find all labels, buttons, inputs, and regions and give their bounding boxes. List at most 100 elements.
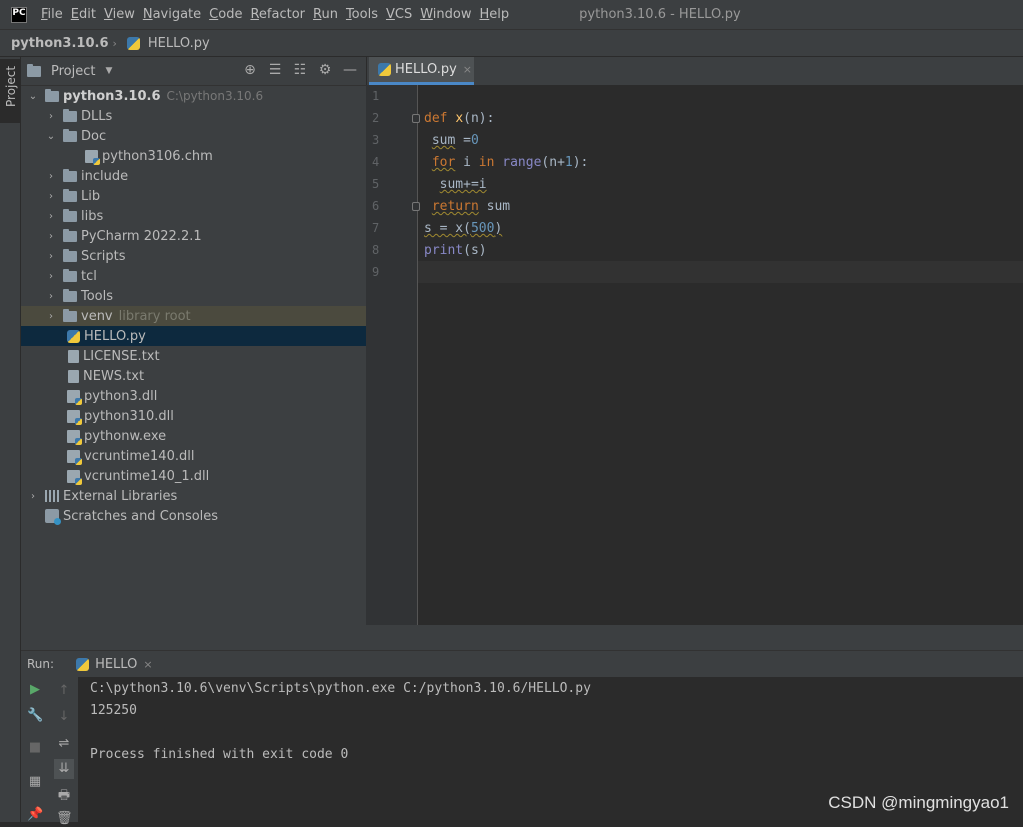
tree-item-python3-dll[interactable]: python3.dll xyxy=(21,386,366,406)
expand-arrow-icon[interactable]: › xyxy=(45,191,57,202)
tree-item-vcruntime140[interactable]: vcruntime140.dll xyxy=(21,446,366,466)
editor-tab-bar: HELLO.py × xyxy=(366,57,1023,85)
project-tool-tab[interactable]: Project xyxy=(0,59,20,123)
expand-arrow-icon[interactable]: › xyxy=(45,251,57,262)
tree-item-label: Tools xyxy=(81,288,114,304)
rerun-icon[interactable]: ▶ xyxy=(27,682,43,698)
tree-item-dlls[interactable]: › DLLs xyxy=(21,106,366,126)
expand-arrow-icon[interactable]: › xyxy=(45,111,57,122)
tree-item-license[interactable]: LICENSE.txt xyxy=(21,346,366,366)
menu-refactor-label: efactor xyxy=(258,7,305,22)
fold-marker-icon[interactable] xyxy=(412,202,420,211)
project-view-selector[interactable]: Project xyxy=(51,64,95,79)
gear-icon[interactable]: ⚙ xyxy=(317,62,333,78)
tab-hello-py[interactable]: HELLO.py × xyxy=(369,57,474,85)
tree-item-label: libs xyxy=(81,208,104,224)
code-editor[interactable]: 1 2 3 4 5 6 7 8 9 def x(n): sum =0 for i… xyxy=(366,85,1023,625)
tree-item-pycharm[interactable]: › PyCharm 2022.2.1 xyxy=(21,226,366,246)
expand-arrow-icon[interactable]: › xyxy=(45,291,57,302)
dll-file-icon xyxy=(67,409,82,425)
menu-window[interactable]: Window xyxy=(420,7,471,22)
soft-wrap-icon[interactable]: ⇌ xyxy=(56,736,72,752)
tree-item-venv[interactable]: › venv library root xyxy=(21,306,366,326)
arrow-down-icon[interactable]: ↓ xyxy=(56,709,72,725)
tree-item-tools[interactable]: › Tools xyxy=(21,286,366,306)
menu-vcs[interactable]: VCS xyxy=(386,7,412,22)
tree-item-label: NEWS.txt xyxy=(83,368,145,384)
expand-all-icon[interactable]: ☰ xyxy=(267,62,283,78)
expand-arrow-icon[interactable]: › xyxy=(45,271,57,282)
code-line-7: s = x(500) xyxy=(424,221,503,236)
tree-item-doc[interactable]: ⌄ Doc xyxy=(21,126,366,146)
expand-arrow-icon[interactable]: › xyxy=(27,491,39,502)
menu-code[interactable]: Code xyxy=(209,7,242,22)
tree-item-python3106-chm[interactable]: python3106.chm xyxy=(21,146,366,166)
pin-icon[interactable]: 📌 xyxy=(27,807,43,823)
menu-file[interactable]: File xyxy=(41,7,63,22)
tree-item-python3106[interactable]: ⌄ python3.10.6 C:\python3.10.6 xyxy=(21,86,366,106)
expand-arrow-icon[interactable]: ⌄ xyxy=(45,131,57,142)
expand-arrow-icon[interactable]: ⌄ xyxy=(27,91,39,102)
menu-view[interactable]: View xyxy=(104,7,135,22)
close-icon[interactable]: × xyxy=(463,63,472,76)
tree-item-include[interactable]: › include xyxy=(21,166,366,186)
tree-item-external-libraries[interactable]: › External Libraries xyxy=(21,486,366,506)
expand-arrow-icon[interactable]: › xyxy=(45,171,57,182)
menu-tools[interactable]: Tools xyxy=(346,7,378,22)
trash-icon[interactable]: 🗑 xyxy=(56,811,73,827)
arrow-up-icon[interactable]: ↑ xyxy=(56,683,72,699)
tree-item-hello-py[interactable]: HELLO.py xyxy=(21,326,366,346)
line-gutter: 1 2 3 4 5 6 7 8 9 xyxy=(366,85,420,625)
folder-icon xyxy=(63,208,77,222)
close-icon[interactable]: × xyxy=(143,658,152,671)
wrench-icon[interactable]: 🔧 xyxy=(27,708,43,724)
line-number: 8 xyxy=(372,243,380,257)
tree-item-label: LICENSE.txt xyxy=(83,348,160,364)
tree-item-lib[interactable]: › Lib xyxy=(21,186,366,206)
hide-icon[interactable]: — xyxy=(342,62,358,78)
locate-icon[interactable]: ⊕ xyxy=(242,62,258,78)
run-tab-label: HELLO xyxy=(95,656,138,672)
expand-arrow-icon[interactable]: › xyxy=(45,211,57,222)
code-line-2: def x(n): xyxy=(424,111,495,126)
tree-item-scratches[interactable]: Scratches and Consoles xyxy=(21,506,366,526)
run-tool-header: Run: HELLO × xyxy=(21,650,1023,677)
print-icon[interactable]: 🖶 xyxy=(56,788,72,804)
tree-item-python310-dll[interactable]: python310.dll xyxy=(21,406,366,426)
tree-item-tcl[interactable]: › tcl xyxy=(21,266,366,286)
line-number: 9 xyxy=(372,265,380,279)
menu-window-mnemonic: W xyxy=(420,7,433,22)
menu-help[interactable]: Help xyxy=(480,7,510,22)
menu-edit[interactable]: Edit xyxy=(71,7,96,22)
tree-item-scripts[interactable]: › Scripts xyxy=(21,246,366,266)
tree-item-pythonw-exe[interactable]: pythonw.exe xyxy=(21,426,366,446)
line-number: 6 xyxy=(372,199,380,213)
text-file-icon xyxy=(68,369,79,383)
menu-window-label: indow xyxy=(432,7,472,22)
breadcrumb-project[interactable]: python3.10.6 xyxy=(11,36,109,51)
line-number: 5 xyxy=(372,177,380,191)
menu-navigate[interactable]: Navigate xyxy=(143,7,201,22)
chevron-down-icon[interactable]: ▼ xyxy=(105,66,112,76)
collapse-all-icon[interactable]: ☷ xyxy=(292,62,308,78)
menu-refactor[interactable]: Refactor xyxy=(250,7,305,22)
menu-refactor-mnemonic: R xyxy=(250,7,259,22)
tree-item-label: tcl xyxy=(81,268,97,284)
menu-code-label: ode xyxy=(218,7,243,22)
tree-item-vcruntime140-1[interactable]: vcruntime140_1.dll xyxy=(21,466,366,486)
expand-arrow-icon[interactable]: › xyxy=(45,311,57,322)
tree-item-news[interactable]: NEWS.txt xyxy=(21,366,366,386)
layout-icon[interactable]: ▦ xyxy=(27,774,43,790)
breadcrumb-file[interactable]: HELLO.py xyxy=(148,36,210,51)
scroll-to-end-icon[interactable]: ⇊ xyxy=(54,759,74,779)
tree-item-libs[interactable]: › libs xyxy=(21,206,366,226)
menu-navigate-label: avigate xyxy=(152,7,202,22)
line-number: 1 xyxy=(372,89,380,103)
stop-icon[interactable]: ■ xyxy=(27,740,43,756)
menu-run[interactable]: Run xyxy=(313,7,338,22)
run-tab-hello[interactable]: HELLO × xyxy=(68,651,156,678)
menu-navigate-mnemonic: N xyxy=(142,7,153,22)
fold-marker-icon[interactable] xyxy=(412,114,420,123)
expand-arrow-icon[interactable]: › xyxy=(45,231,57,242)
menu-view-label: iew xyxy=(112,7,135,22)
